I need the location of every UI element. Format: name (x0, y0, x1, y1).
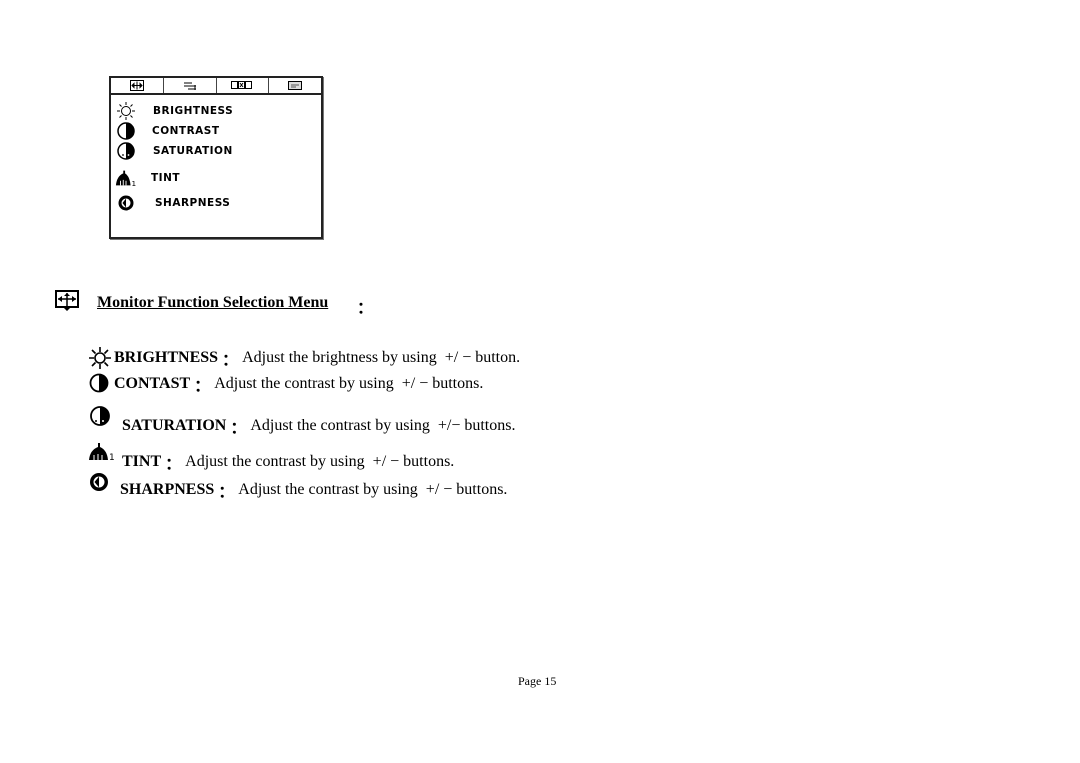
osd-item-label: SATURATION (153, 145, 233, 157)
sun-icon (89, 347, 111, 369)
desc-text: Adjust the contrast by using +/ − button… (185, 453, 455, 470)
osd-item-label: SHARPNESS (155, 197, 231, 209)
section-title: Monitor Function Selection Menu (97, 294, 328, 312)
section-title-text: Monitor Function Selection Menu (97, 294, 329, 311)
saturation-icon (90, 406, 110, 426)
position-arrows-icon (129, 80, 144, 91)
svg-text:1: 1 (132, 179, 137, 188)
desc-sep: ： (230, 420, 247, 437)
sharpness-icon (115, 193, 137, 213)
position-arrows-icon (55, 290, 79, 311)
osd-tab-monitors (217, 78, 270, 93)
page-number: Page 15 (518, 674, 557, 688)
section-heading: Monitor Function Selection Menu ： (55, 290, 373, 317)
osd-item-saturation: SATURATION (115, 141, 233, 161)
desc-name: SATURATION (122, 417, 227, 434)
tint-icon: 1 (89, 443, 115, 463)
osd-tab-bar (111, 78, 321, 95)
osd-menu-image: BRIGHTNESS CONTRAST SATURATION 1 TINT SH… (109, 76, 323, 239)
desc-text: Adjust the contrast by using +/ − button… (238, 481, 508, 498)
desc-name: BRIGHTNESS (114, 349, 219, 366)
half-circle-icon (89, 373, 109, 393)
osd-item-sharpness: SHARPNESS (115, 193, 230, 213)
desc-sep: ： (194, 378, 211, 395)
osd-tab-position (111, 78, 164, 93)
osd-item-tint: 1 TINT (115, 168, 180, 188)
desc-sep: ： (218, 484, 235, 501)
tint-icon: 1 (115, 168, 137, 188)
screen-icon (288, 81, 303, 90)
monitors-icon (231, 80, 253, 89)
desc-text: Adjust the contrast by using +/− buttons… (250, 417, 516, 434)
desc-name: SHARPNESS (120, 481, 215, 498)
sun-icon (115, 101, 137, 121)
osd-tab-screen (269, 78, 321, 93)
desc-text: Adjust the contrast by using +/ − button… (214, 375, 484, 392)
adjust-lines-icon (183, 82, 196, 90)
desc-sep: ： (222, 352, 239, 369)
svg-text:1: 1 (109, 453, 115, 463)
desc-sep: ： (165, 456, 182, 473)
desc-sharpness: SHARPNESS ： Adjust the contrast by using… (88, 472, 507, 502)
desc-tint: 1 TINT ： Adjust the contrast by using +/… (88, 438, 454, 474)
osd-tab-adjust (164, 78, 217, 93)
desc-contrast: CONTAST ： Adjust the contrast by using +… (88, 372, 483, 396)
saturation-icon (115, 141, 137, 161)
desc-text: Adjust the brightness by using +/ − butt… (242, 349, 521, 366)
osd-item-label: BRIGHTNESS (153, 105, 234, 117)
osd-item-contrast: CONTRAST (115, 121, 220, 141)
osd-item-brightness: BRIGHTNESS (115, 101, 233, 121)
desc-name: TINT (122, 453, 162, 470)
half-circle-icon (115, 121, 137, 141)
sharpness-icon (90, 473, 108, 491)
desc-brightness: BRIGHTNESS ： Adjust the brightness by us… (88, 346, 520, 370)
osd-item-label: CONTRAST (152, 125, 220, 137)
desc-saturation: SATURATION ： Adjust the contrast by usin… (88, 404, 515, 438)
section-title-colon: ： (357, 300, 374, 317)
osd-item-label: TINT (151, 172, 181, 184)
desc-name: CONTAST (114, 375, 191, 392)
